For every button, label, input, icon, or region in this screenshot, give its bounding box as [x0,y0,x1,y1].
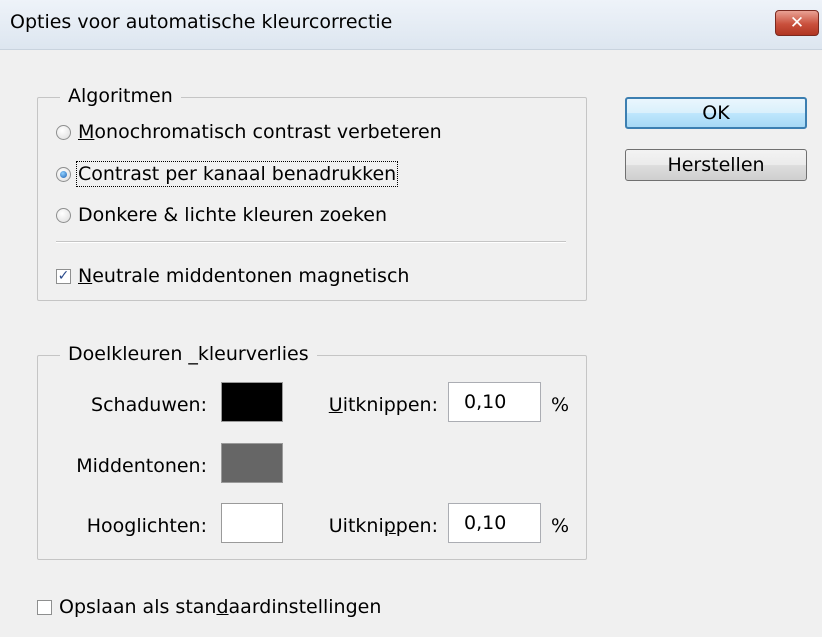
reset-button[interactable]: Herstellen [625,149,807,181]
radio-button[interactable] [56,207,71,223]
title-bar: Opties voor automatische kleurcorrectie … [0,0,822,50]
shadows-color-swatch[interactable] [221,382,283,422]
radio-button-selected[interactable] [56,166,71,182]
checkbox-label: Neutrale middentonen magnetisch [78,265,410,287]
algorithms-separator [56,241,566,243]
target-colors-legend: Doelkleuren _kleurverlies [60,343,317,365]
highlights-percent: % [551,515,570,537]
shadows-percent: % [551,394,570,416]
checkbox-checked[interactable]: ✓ [56,268,71,284]
highlights-color-swatch[interactable] [221,503,283,543]
checkbox-snap-neutral[interactable]: ✓ Neutrale middentonen magnetisch [56,265,409,287]
highlights-clip-input[interactable]: 0,10 [448,503,541,543]
radio-button[interactable] [56,124,71,140]
checkbox-save-defaults[interactable]: Opslaan als standaardinstellingen [37,596,381,618]
radio-label: Contrast per kanaal benadrukken [75,161,399,187]
highlights-clip-label: Uitknippen: [328,515,438,537]
ok-label: OK [702,102,730,124]
radio-dark-light-colors[interactable]: Donkere & lichte kleuren zoeken [56,204,387,226]
radio-label: Donkere & lichte kleuren zoeken [78,204,388,226]
checkbox-unchecked[interactable] [37,599,52,615]
reset-label: Herstellen [667,154,765,176]
close-button[interactable]: ✕ [775,10,819,36]
close-icon: ✕ [789,13,805,33]
window-title: Opties voor automatische kleurcorrectie [10,11,393,33]
shadows-clip-label: Uitknippen: [328,394,438,416]
ok-button[interactable]: OK [625,97,807,129]
shadows-label: Schaduwen: [91,394,207,416]
radio-label: Monochromatisch contrast verbeteren [78,121,442,143]
highlights-label: Hooglichten: [86,515,207,537]
radio-monochromatic[interactable]: Monochromatisch contrast verbeteren [56,121,442,143]
midtones-label: Middentonen: [76,455,207,477]
checkbox-label: Opslaan als standaardinstellingen [59,596,382,618]
shadows-clip-input[interactable]: 0,10 [448,382,541,422]
algorithms-legend: Algoritmen [60,85,181,107]
midtones-color-swatch[interactable] [221,443,283,483]
radio-contrast-per-channel[interactable]: Contrast per kanaal benadrukken [56,161,399,187]
